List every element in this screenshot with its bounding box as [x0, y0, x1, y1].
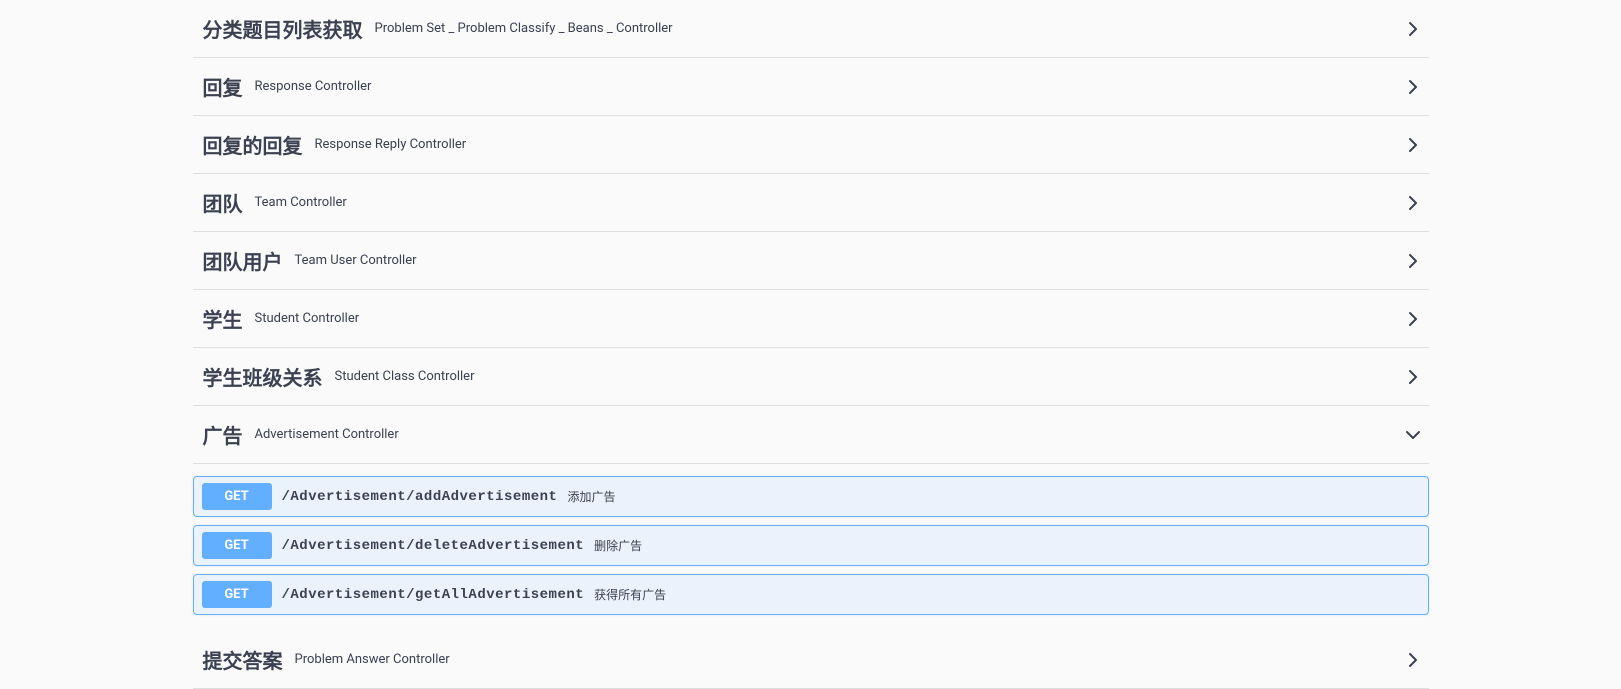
tag-description: Advertisement Controller — [255, 427, 1403, 442]
tag-row[interactable]: 回复的回复 Response Reply Controller — [193, 116, 1429, 174]
tag-row[interactable]: 广告 Advertisement Controller — [193, 406, 1429, 464]
operation-description: 获得所有广告 — [594, 586, 666, 603]
method-badge: GET — [202, 532, 272, 559]
chevron-right-icon — [1403, 251, 1423, 271]
operation-block[interactable]: GET/Advertisement/deleteAdvertisement 删除广… — [193, 525, 1429, 566]
chevron-right-icon — [1403, 367, 1423, 387]
tag-title: 学生 — [203, 304, 243, 333]
tag-title: 分类题目列表获取 — [203, 14, 363, 43]
chevron-right-icon — [1403, 193, 1423, 213]
chevron-right-icon — [1403, 135, 1423, 155]
tag-row[interactable]: 提交答案 Problem Answer Controller — [193, 631, 1429, 689]
tag-description: Student Controller — [255, 311, 1403, 326]
operation-path: /Advertisement/deleteAdvertisement — [282, 538, 585, 554]
operation-description: 添加广告 — [567, 488, 615, 505]
tag-row[interactable]: 学生 Student Controller — [193, 290, 1429, 348]
tag-title: 团队 — [203, 188, 243, 217]
tag-row[interactable]: 分类题目列表获取 Problem Set _ Problem Classify _… — [193, 0, 1429, 58]
tag-description: Problem Set _ Problem Classify _ Beans _… — [375, 21, 1403, 36]
operation-summary[interactable]: GET/Advertisement/getAllAdvertisement 获得所… — [194, 575, 1428, 614]
tag-title: 团队用户 — [203, 246, 283, 275]
operation-description: 删除广告 — [594, 537, 642, 554]
operation-block[interactable]: GET/Advertisement/addAdvertisement 添加广告 — [193, 476, 1429, 517]
operation-summary[interactable]: GET/Advertisement/addAdvertisement 添加广告 — [194, 477, 1428, 516]
tag-row[interactable]: 学生班级关系 Student Class Controller — [193, 348, 1429, 406]
chevron-right-icon — [1403, 77, 1423, 97]
tag-title: 学生班级关系 — [203, 362, 323, 391]
tag-title: 广告 — [203, 420, 243, 449]
operation-path: /Advertisement/getAllAdvertisement — [282, 587, 585, 603]
tag-description: Student Class Controller — [335, 369, 1403, 384]
tag-description: Response Controller — [255, 79, 1403, 94]
tag-title: 回复 — [203, 72, 243, 101]
tag-row[interactable]: 团队用户 Team User Controller — [193, 232, 1429, 290]
operation-block[interactable]: GET/Advertisement/getAllAdvertisement 获得所… — [193, 574, 1429, 615]
method-badge: GET — [202, 483, 272, 510]
tag-title: 回复的回复 — [203, 130, 303, 159]
tag-description: Team Controller — [255, 195, 1403, 210]
operation-summary[interactable]: GET/Advertisement/deleteAdvertisement 删除广… — [194, 526, 1428, 565]
chevron-right-icon — [1403, 309, 1423, 329]
tag-description: Team User Controller — [295, 253, 1403, 268]
tag-row[interactable]: 团队 Team Controller — [193, 174, 1429, 232]
tag-description: Problem Answer Controller — [295, 652, 1403, 667]
tag-title: 提交答案 — [203, 645, 283, 674]
tag-description: Response Reply Controller — [315, 137, 1403, 152]
chevron-down-icon — [1403, 425, 1423, 445]
operation-path: /Advertisement/addAdvertisement — [282, 489, 558, 505]
tag-row[interactable]: 回复 Response Controller — [193, 58, 1429, 116]
chevron-right-icon — [1403, 19, 1423, 39]
method-badge: GET — [202, 581, 272, 608]
operations-list: GET/Advertisement/addAdvertisement添加广告GE… — [193, 464, 1429, 631]
